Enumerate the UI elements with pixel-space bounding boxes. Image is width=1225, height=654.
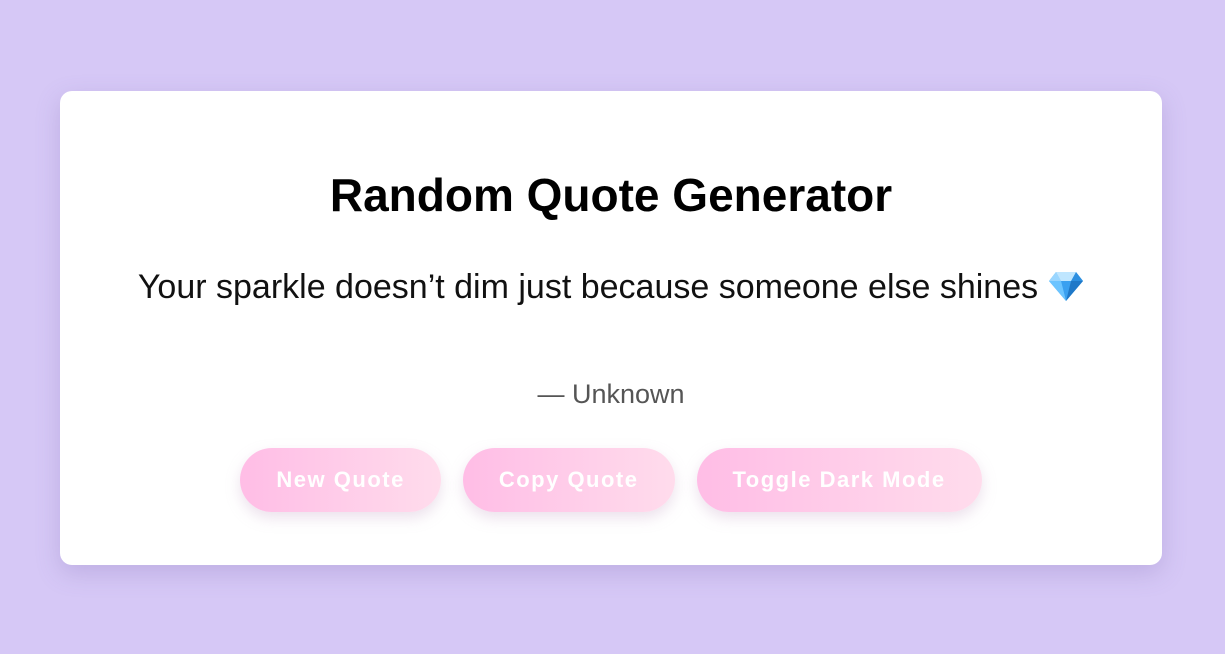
gem-icon <box>1048 269 1084 313</box>
toggle-dark-mode-button[interactable]: Toggle Dark Mode <box>696 448 982 512</box>
quote-line: Your sparkle doesn’t dim just because so… <box>60 265 1162 313</box>
quote-author: — Unknown <box>537 379 685 409</box>
page-title: Random Quote Generator <box>329 169 893 221</box>
copy-quote-button[interactable]: Copy Quote <box>462 448 675 512</box>
new-quote-button[interactable]: New Quote <box>240 448 441 512</box>
button-row: New Quote Copy Quote Toggle Dark Mode <box>60 448 1162 512</box>
quote-text: Your sparkle doesn’t dim just because so… <box>137 268 1039 306</box>
quote-card: Random Quote Generator Your sparkle does… <box>60 91 1162 565</box>
